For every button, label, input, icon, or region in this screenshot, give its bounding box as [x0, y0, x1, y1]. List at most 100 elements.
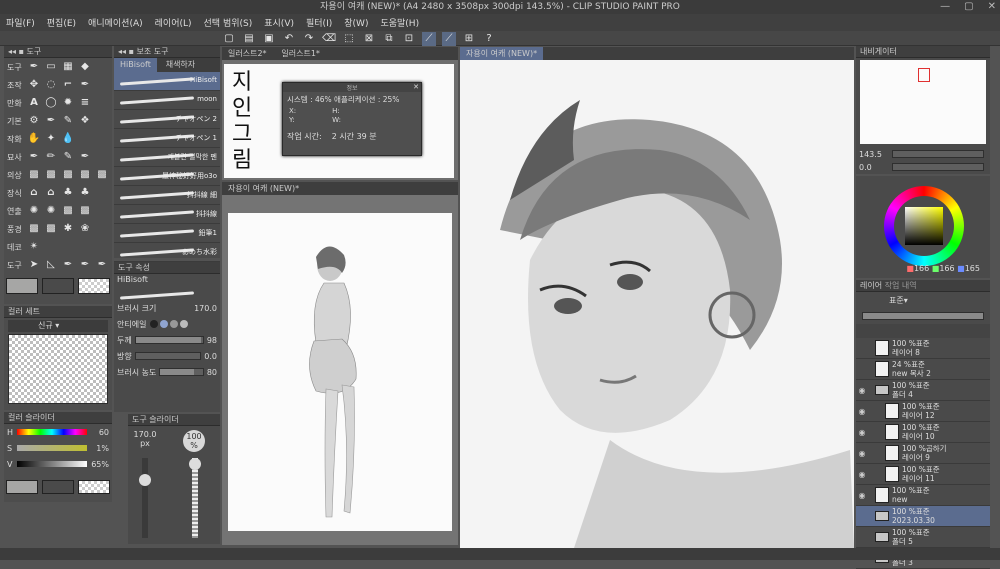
visibility-eye-icon[interactable]: ◉ — [856, 491, 868, 500]
redo-icon[interactable]: ↷ — [302, 32, 316, 46]
direction-slider[interactable] — [134, 352, 202, 360]
pen-icon[interactable]: ✒ — [61, 258, 75, 272]
house-icon[interactable]: ⌂ — [27, 186, 41, 200]
brush-item[interactable]: チャオペン 2 — [114, 110, 220, 129]
brush-item[interactable]: HiBisoft — [114, 72, 220, 91]
new-file-icon[interactable]: ▢ — [222, 32, 236, 46]
layer-row[interactable]: 24 %표준 new 복사 2 — [856, 359, 990, 380]
visibility-eye-icon[interactable]: ◉ — [856, 449, 868, 458]
snap-ruler-icon[interactable]: ⟋ — [422, 32, 436, 46]
density-slider[interactable] — [159, 368, 204, 376]
layer-row[interactable]: 100 %표준 2023.03.30 — [856, 506, 990, 527]
brush-item[interactable]: moon — [114, 91, 220, 110]
opacity-vertical-slider[interactable] — [189, 458, 201, 538]
star-icon[interactable]: ✱ — [61, 222, 75, 236]
menu-window[interactable]: 창(W) — [344, 16, 368, 29]
burst-icon[interactable]: ✹ — [61, 96, 75, 110]
undo-icon[interactable]: ↶ — [282, 32, 296, 46]
menu-layer[interactable]: 레이어(L) — [155, 16, 192, 29]
transparent-swatch-2[interactable] — [78, 480, 110, 494]
size-slider-knob[interactable] — [139, 474, 151, 486]
tab-illust2[interactable]: 일러스트2* — [222, 47, 273, 61]
thickness-slider[interactable] — [134, 336, 204, 344]
clear-icon[interactable]: ⌫ — [322, 32, 336, 46]
eraser-icon[interactable]: ▭ — [44, 60, 58, 74]
main-color-swatch[interactable] — [6, 278, 38, 294]
lasso-icon[interactable]: ◌ — [44, 78, 58, 92]
sparkle-icon[interactable]: ✺ — [44, 204, 58, 218]
saturation-slider[interactable] — [17, 445, 87, 451]
value-slider[interactable] — [17, 461, 87, 467]
zoom-slider[interactable] — [892, 150, 984, 158]
close-button[interactable]: ✕ — [988, 0, 996, 14]
brush-item[interactable]: あめち水彩 — [114, 243, 220, 262]
pencil-icon[interactable]: ✏ — [44, 150, 58, 164]
brush-item[interactable]: 鉛筆1 — [114, 224, 220, 243]
eyedropper-icon[interactable]: ⌐ — [61, 78, 75, 92]
pattern-icon[interactable]: ▩ — [78, 168, 92, 182]
blend-mode-select[interactable]: 표준 — [889, 295, 904, 306]
menu-file[interactable]: 파일(F) — [6, 16, 35, 29]
pen-icon[interactable]: ✒ — [27, 150, 41, 164]
layer-row[interactable]: ◉ 100 %표준 폴더 4 — [856, 380, 990, 401]
airbrush-icon[interactable]: ❖ — [78, 114, 92, 128]
main-canvas-view[interactable] — [460, 60, 854, 548]
transparent-swatch[interactable] — [78, 278, 110, 294]
info-close-icon[interactable]: ✕ — [413, 83, 419, 91]
brush-item[interactable]: チャオペン 1 — [114, 129, 220, 148]
tree-icon[interactable]: ♣ — [78, 186, 92, 200]
main-color-swatch-2[interactable] — [6, 480, 38, 494]
menu-edit[interactable]: 편집(E) — [47, 16, 76, 29]
menu-animation[interactable]: 애니메이션(A) — [88, 16, 143, 29]
pen-icon[interactable]: ✒ — [78, 150, 92, 164]
layer-row[interactable]: ◉ 100 %표준 레이어 12 — [856, 401, 990, 422]
sv-square[interactable] — [905, 207, 943, 245]
open-icon[interactable]: ▤ — [242, 32, 256, 46]
size-vertical-slider[interactable] — [139, 458, 151, 538]
navigator-zoom-value[interactable]: 143.5 — [859, 150, 889, 159]
text-icon[interactable]: A — [27, 96, 41, 110]
brush-icon[interactable]: ✎ — [61, 150, 75, 164]
layer-row[interactable]: 100 %표준 레이어 8 — [856, 338, 990, 359]
sub-color-swatch[interactable] — [42, 278, 74, 294]
crop-icon[interactable]: ⊡ — [402, 32, 416, 46]
tab-history[interactable]: 작업 내역 — [885, 281, 917, 290]
brush-item[interactable]: 最神秘好好用o3o — [114, 167, 220, 186]
pattern-icon[interactable]: ▩ — [27, 222, 41, 236]
pattern-icon[interactable]: ▩ — [44, 222, 58, 236]
antialias-options[interactable] — [150, 320, 189, 328]
pen-icon[interactable]: ✒ — [27, 60, 41, 74]
visibility-eye-icon[interactable]: ◉ — [856, 428, 868, 437]
tab-illust1[interactable]: 일러스트1* — [275, 47, 326, 61]
color-set-grid[interactable] — [8, 334, 108, 404]
layer-row[interactable]: ◉ 100 %표준 new — [856, 485, 990, 506]
menu-selection[interactable]: 선택 범위(S) — [204, 16, 253, 29]
tab-hibisoft[interactable]: HiBisoft — [114, 58, 157, 72]
menu-filter[interactable]: 필터(I) — [306, 16, 332, 29]
layer-row[interactable]: ◉ 100 %표준 레이어 11 — [856, 464, 990, 485]
snap-special-ruler-icon[interactable]: ⟋ — [442, 32, 456, 46]
brush-size-value[interactable]: 170.0 — [194, 304, 217, 313]
flower-icon[interactable]: ❀ — [78, 222, 92, 236]
hue-slider[interactable] — [17, 429, 87, 435]
balloon-icon[interactable]: ◯ — [44, 96, 58, 110]
gradient-icon[interactable]: ▦ — [61, 60, 75, 74]
sparkle-icon[interactable]: ✺ — [27, 204, 41, 218]
layer-row[interactable]: ◉ 100 %표준 레이어 10 — [856, 422, 990, 443]
layer-row[interactable]: ◉ 100 %곱하기 레이어 9 — [856, 443, 990, 464]
transform-icon[interactable]: ⬚ — [342, 32, 356, 46]
invert-icon[interactable]: ⧉ — [382, 32, 396, 46]
full-figure-canvas-view[interactable] — [222, 195, 458, 545]
hue-ring[interactable] — [884, 186, 964, 266]
sub-color-swatch-2[interactable] — [42, 480, 74, 494]
pattern-icon[interactable]: ▩ — [44, 168, 58, 182]
visibility-eye-icon[interactable]: ◉ — [856, 407, 868, 416]
save-icon[interactable]: ▣ — [262, 32, 276, 46]
brush-item[interactable]: 抖抖線 — [114, 205, 220, 224]
opacity-slider-knob[interactable] — [189, 458, 201, 470]
water-icon[interactable]: 💧 — [61, 132, 75, 146]
smudge-icon[interactable]: ✦ — [44, 132, 58, 146]
tab-chaesaek[interactable]: 채색하자 — [160, 58, 201, 72]
color-set-select[interactable]: 신규 ▾ — [8, 320, 108, 332]
brush-icon[interactable]: ✎ — [61, 114, 75, 128]
